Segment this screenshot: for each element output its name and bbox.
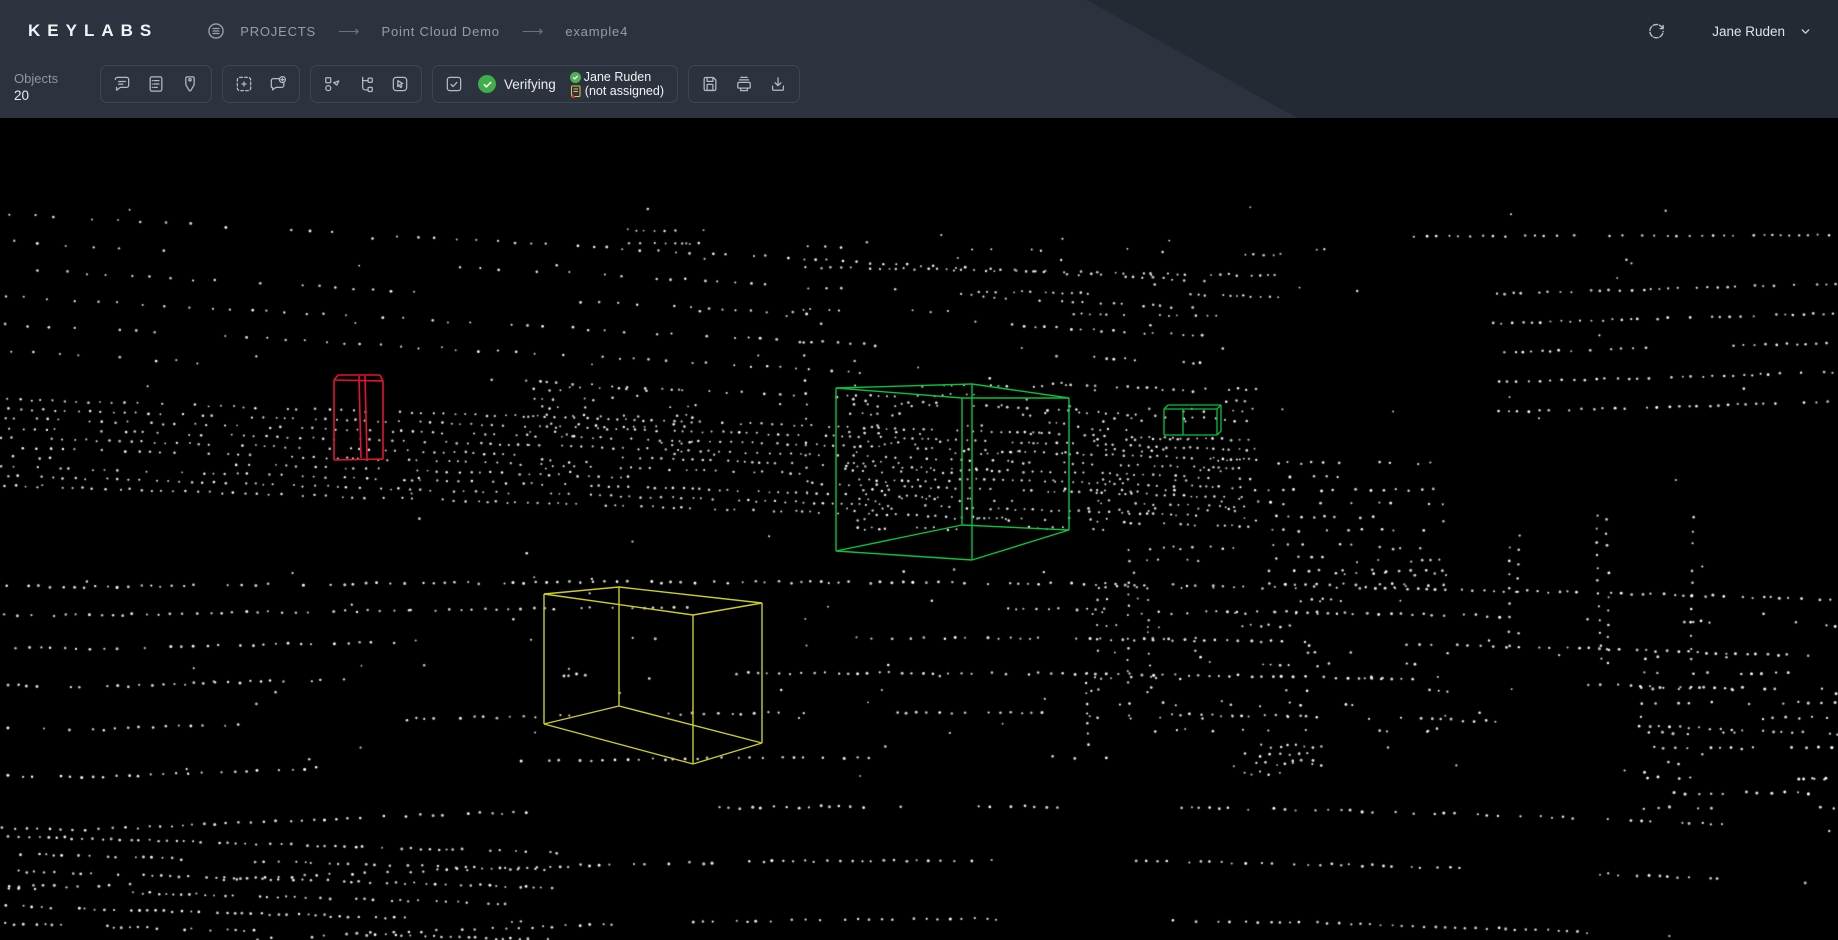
header-top-row: KEYLABS PROJECTS ⟶ Point Cloud Demo ⟶ ex… xyxy=(0,0,1838,62)
comment-add-icon xyxy=(268,74,288,94)
add-selection-button[interactable] xyxy=(228,69,260,99)
status-badge: Verifying xyxy=(472,75,564,93)
user-menu[interactable]: Jane Ruden xyxy=(1712,24,1812,39)
printer-icon xyxy=(734,74,754,94)
shapes-icon xyxy=(322,74,342,94)
cursor-box-icon xyxy=(390,74,410,94)
pedestrian-box-red[interactable] xyxy=(334,375,383,460)
select-object-button[interactable] xyxy=(384,69,416,99)
hierarchy-icon xyxy=(356,74,376,94)
vehicle-box-yellow[interactable] xyxy=(544,587,762,764)
assignee-status-icon xyxy=(570,72,581,83)
comments-button[interactable] xyxy=(106,69,138,99)
tag-icon xyxy=(180,74,200,94)
breadcrumb-item[interactable]: example4 xyxy=(565,24,628,39)
download-icon xyxy=(768,74,788,94)
verified-check-icon xyxy=(478,75,496,93)
objects-count: 20 xyxy=(14,87,100,104)
toolbar-group-io xyxy=(688,65,800,103)
assignee-note-row: (not assigned) xyxy=(570,84,664,98)
user-name: Jane Ruden xyxy=(1712,24,1785,39)
point-cloud-viewport xyxy=(0,118,1838,940)
app-logo: KEYLABS xyxy=(28,21,158,41)
shapes-button[interactable] xyxy=(316,69,348,99)
objects-counter: Objects 20 xyxy=(14,62,100,104)
checkbox-check-icon xyxy=(444,74,464,94)
selection-add-icon xyxy=(234,74,254,94)
toolbar-group-status: Verifying Jane Ruden xyxy=(432,65,678,103)
header-right-controls: Jane Ruden xyxy=(1642,17,1812,45)
download-button[interactable] xyxy=(762,69,794,99)
assignee-name: Jane Ruden xyxy=(584,70,651,84)
object-box-green-small[interactable] xyxy=(1164,405,1221,435)
projects-list-icon xyxy=(206,21,226,41)
status-label: Verifying xyxy=(504,77,556,92)
note-icon xyxy=(570,85,582,98)
breadcrumb-projects[interactable]: PROJECTS xyxy=(240,24,316,39)
chevron-down-icon xyxy=(1799,25,1812,38)
breadcrumb-arrow-icon: ⟶ xyxy=(514,22,552,40)
vehicle-box-green-large[interactable] xyxy=(836,384,1069,560)
save-icon xyxy=(700,74,720,94)
print-button[interactable] xyxy=(728,69,760,99)
annotation-overlay xyxy=(0,118,1838,940)
breadcrumb-arrow-icon: ⟶ xyxy=(330,22,368,40)
assignee-note: (not assigned) xyxy=(585,84,664,98)
toolbar: Objects 20 xyxy=(0,62,1838,118)
app-window: KEYLABS PROJECTS ⟶ Point Cloud Demo ⟶ ex… xyxy=(0,0,1838,940)
toolbar-group-selection xyxy=(222,65,300,103)
hierarchy-button[interactable] xyxy=(350,69,382,99)
assignee-block: Jane Ruden (not assigned) xyxy=(566,70,672,98)
save-button[interactable] xyxy=(694,69,726,99)
verify-task-button[interactable] xyxy=(438,69,470,99)
objects-label: Objects xyxy=(14,70,100,87)
add-comment-button[interactable] xyxy=(262,69,294,99)
reset-view-button[interactable] xyxy=(1642,17,1670,45)
tags-button[interactable] xyxy=(174,69,206,99)
toolbar-group-annotation-tools xyxy=(100,65,212,103)
header: KEYLABS PROJECTS ⟶ Point Cloud Demo ⟶ ex… xyxy=(0,0,1838,118)
comment-icon xyxy=(112,74,132,94)
breadcrumb-project[interactable]: Point Cloud Demo xyxy=(382,24,500,39)
list-icon xyxy=(146,74,166,94)
toolbar-group-object-tools xyxy=(310,65,422,103)
assignee-name-row: Jane Ruden xyxy=(570,70,664,84)
breadcrumb: PROJECTS ⟶ Point Cloud Demo ⟶ example4 xyxy=(206,21,628,41)
object-list-button[interactable] xyxy=(140,69,172,99)
